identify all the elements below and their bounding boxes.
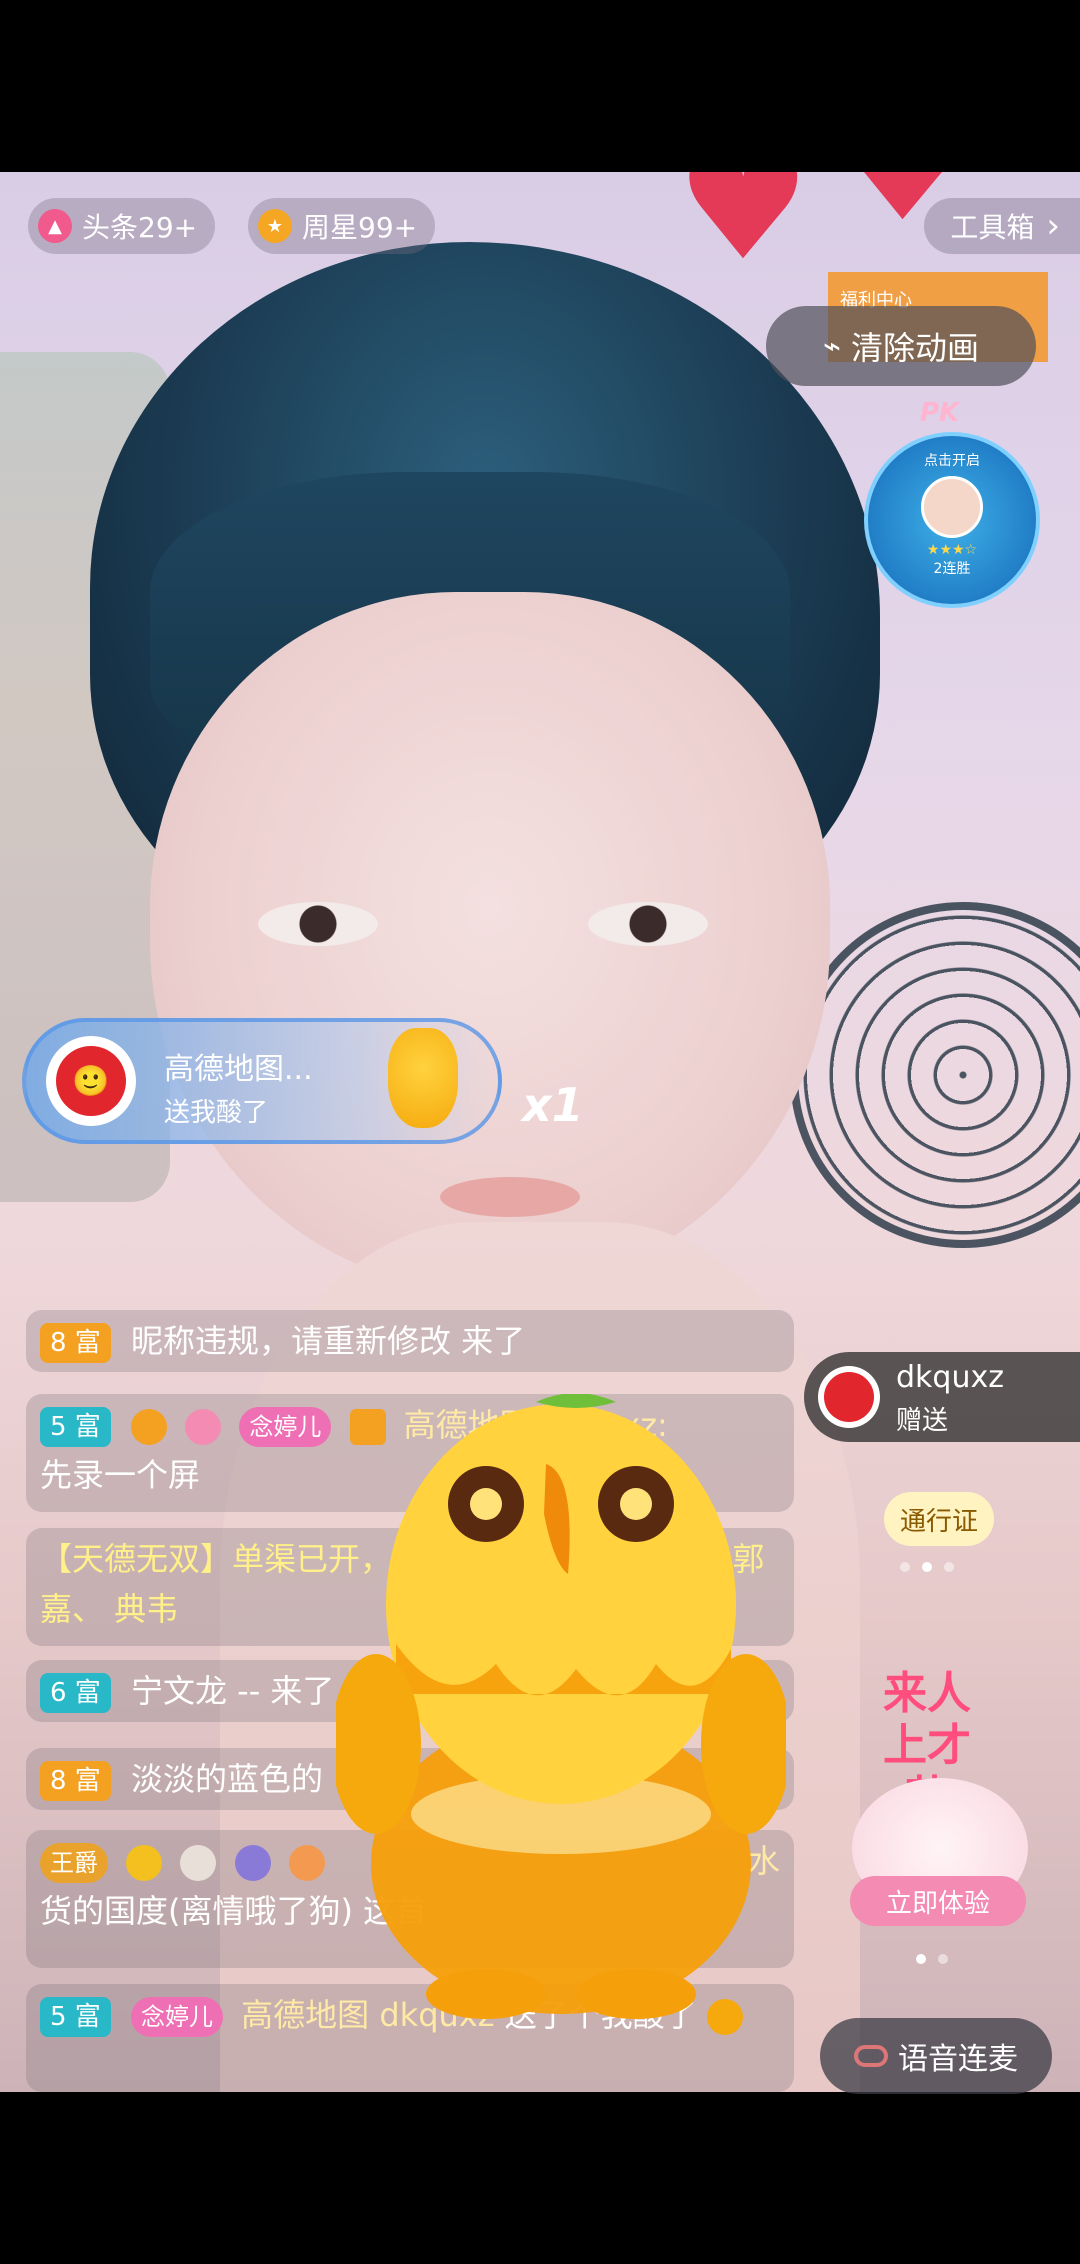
level-badge: 8 富 — [40, 1761, 111, 1801]
clear-animation-button[interactable]: ⌁ 清除动画 — [766, 306, 1036, 386]
headline-label: 头条29+ — [82, 211, 198, 244]
noble-badge: 王爵 — [40, 1843, 108, 1883]
streamer-eye-left — [258, 902, 378, 946]
gift-count: x1 — [522, 1078, 584, 1132]
app-frame: ♥ ♥ ▲ 头条29+ ★ 周星99+ 工具箱 › 福利中心 ⌁ 清除动画 PK… — [0, 0, 1080, 2264]
pk-tag: PK — [920, 398, 960, 428]
streamer-eye-right — [588, 902, 708, 946]
weekly-star-label: 周星99+ — [302, 211, 418, 244]
voice-label: 语音连麦 — [898, 2042, 1018, 2077]
carousel-dots — [916, 1954, 948, 1964]
broom-icon: ⌁ — [822, 328, 842, 364]
star-icon: ★ — [258, 209, 292, 243]
chain-link-icon — [854, 2045, 888, 2067]
chat-text: 宁文龙 -- 来了 — [130, 1672, 335, 1710]
chat-text: 昵称违规，请重新修改 来了 — [130, 1322, 526, 1360]
pk-widget[interactable]: 点击开启 ★★★☆ 2连胜 — [864, 432, 1040, 608]
voice-connect-button[interactable]: 语音连麦 — [820, 2018, 1052, 2094]
send-action: 赠送 — [896, 1406, 949, 1436]
battle-pass-button[interactable]: 通行证 — [884, 1492, 994, 1546]
level-badge: 8 富 — [40, 1323, 111, 1363]
chat-text: 淡淡的蓝色的 — [130, 1760, 323, 1798]
chick-gift-icon — [388, 1028, 458, 1128]
sender-avatar[interactable]: 🙂 — [46, 1036, 136, 1126]
chat-message[interactable]: 8 富 昵称违规，请重新修改 来了 — [26, 1310, 794, 1372]
carousel-dots — [900, 1562, 954, 1572]
gift-send-notice[interactable]: dkquxz 赠送 — [804, 1352, 1080, 1442]
chat-text: 先录一个屏 — [40, 1456, 201, 1494]
pk-title: 点击开启 — [924, 453, 980, 469]
diamond-icon — [234, 1845, 271, 1881]
streamer-lips — [440, 1177, 580, 1217]
weekly-star-pill[interactable]: ★ 周星99+ — [248, 198, 436, 254]
pass-label: 通行证 — [899, 1506, 978, 1537]
avatar-icon — [818, 1366, 880, 1428]
heart-icon: ♥ — [676, 172, 811, 294]
crown-icon — [126, 1845, 163, 1881]
toolbox-button[interactable]: 工具箱 › — [924, 198, 1080, 254]
gift-text: 送我酸了 — [164, 1098, 269, 1128]
chevron-right-icon: › — [1046, 206, 1060, 246]
level-badge: 6 富 — [40, 1673, 111, 1713]
gift-sender-name: 高德地图... — [164, 1052, 313, 1087]
level-badge: 5 富 — [40, 1997, 111, 2037]
flower-icon — [185, 1409, 222, 1445]
fan-badge: 念婷儿 — [239, 1407, 332, 1447]
level-badge: 5 富 — [40, 1407, 111, 1447]
avatar-icon: 🙂 — [56, 1046, 126, 1116]
background-fan — [790, 902, 1080, 1248]
send-user-name: dkquxz — [896, 1360, 1004, 1395]
toolbox-label: 工具箱 — [950, 211, 1035, 244]
clear-animation-label: 清除动画 — [851, 329, 980, 367]
headline-pill[interactable]: ▲ 头条29+ — [28, 198, 216, 254]
fan-badge: 念婷儿 — [130, 1997, 223, 2037]
try-now-button[interactable]: 立即体验 — [850, 1876, 1026, 1926]
chick-gift-animation — [336, 1394, 786, 2019]
crown-icon — [130, 1409, 167, 1445]
fire-icon: ▲ — [38, 209, 72, 243]
pk-stars: ★★★☆ — [926, 542, 978, 558]
try-label: 立即体验 — [885, 1888, 990, 1919]
shield-icon — [180, 1845, 217, 1881]
pk-status: 2连胜 — [933, 561, 971, 577]
talent-line1: 来人 — [883, 1668, 971, 1719]
wings-icon — [288, 1845, 325, 1881]
avatar-icon — [921, 476, 983, 538]
